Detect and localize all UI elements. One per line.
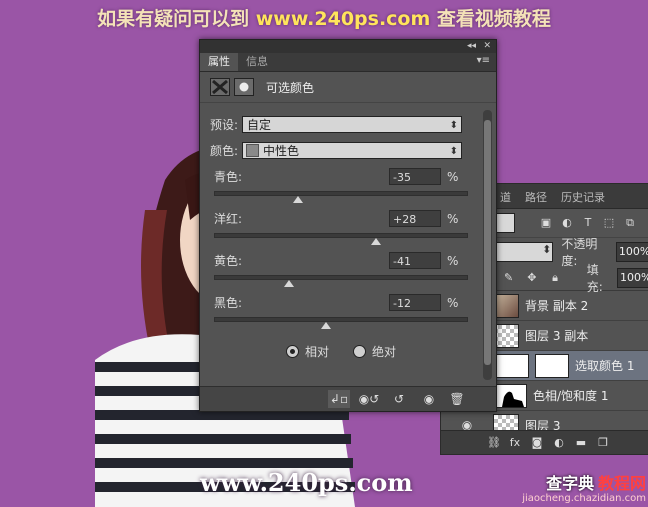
clip-to-layer-icon[interactable]: ↲▫ [328,390,350,408]
slider-value-input[interactable]: -35 [389,168,441,185]
delete-trash-icon[interactable]: 🗑︎ [446,390,468,408]
slider-track[interactable] [214,191,468,203]
visibility-eye-icon[interactable]: ◉ [418,390,440,408]
slider-knob[interactable] [293,196,304,203]
tab-history[interactable]: 历史记录 [554,186,612,208]
scrollbar-thumb[interactable] [484,120,491,365]
properties-tab-bar: 属性 信息 ▾≡ [200,53,496,72]
layer-name: 色相/饱和度 1 [533,389,609,403]
layer-name: 图层 3 副本 [525,329,589,343]
adjustment-thumbnail [493,353,529,378]
reset-icon[interactable]: ↺ [388,390,410,408]
collapse-icon[interactable]: ◂◂ [467,40,476,53]
add-mask-icon[interactable]: ◙ [531,436,543,449]
filter-kind-select[interactable] [495,213,515,233]
slider-knob[interactable] [371,238,382,245]
adjustment-title: 可选颜色 [266,80,315,95]
image-filter-icon[interactable]: ▣ [540,217,552,229]
fill-input[interactable]: 100% [616,268,648,288]
fx-icon[interactable]: fx [509,436,521,449]
blend-mode-select[interactable] [495,242,554,262]
slider-label: 青色: [214,170,243,184]
color-swatch [246,144,260,157]
color-row: 颜色: 中性色 [210,142,463,160]
banner-left-text: 如果有疑问可以到 [97,8,250,30]
properties-panel: ◂◂ ✕ 属性 信息 ▾≡ 可选颜色 预设: 自定 颜色: 中性色 青色: -3… [199,39,497,412]
preset-select[interactable]: 自定 [242,116,463,134]
slider-row-black: 黑色: -12 % [214,294,458,311]
opacity-input[interactable]: 100% [615,242,648,262]
lock-pixels-icon[interactable]: ✎ [503,272,514,284]
layer-name: 选取颜色 1 [575,359,635,373]
slider-knob[interactable] [284,280,295,287]
smart-filter-icon[interactable]: ⧉ [624,217,636,229]
panel-scrollbar[interactable] [483,110,492,380]
color-select[interactable]: 中性色 [242,142,463,160]
slider-row-yellow: 黄色: -41 % [214,252,458,269]
layer-name: 背景 副本 2 [525,299,589,313]
percent-sign: % [447,295,459,310]
shape-filter-icon[interactable]: ⬚ [603,217,615,229]
percent-sign: % [447,211,459,226]
slider-label: 黄色: [214,254,243,268]
color-select-value: 中性色 [263,144,300,158]
adjustment-icon[interactable] [210,78,230,96]
slider-knob[interactable] [320,322,331,329]
relative-radio[interactable] [286,345,299,358]
slider-value-input[interactable]: -12 [389,294,441,311]
slider-row-magenta: 洋红: +28 % [214,210,458,227]
tab-properties[interactable]: 属性 [200,53,238,71]
percent-sign: % [447,169,459,184]
panel-titlebar: ◂◂ ✕ [200,40,496,53]
fill-label: 填充: [586,263,603,294]
slider-label: 洋红: [214,212,243,226]
adjustment-header: 可选颜色 [200,72,496,103]
watermark-text-b: 教程网 [597,474,646,493]
method-radio-group: 相对 绝对 [286,343,396,360]
new-adjustment-icon[interactable]: ◐ [553,436,565,449]
panel-menu-icon[interactable]: ▾≡ [477,55,490,66]
preset-row: 预设: 自定 [210,116,463,134]
slider-value-input[interactable]: -41 [389,252,441,269]
slider-label: 黑色: [214,296,243,310]
view-previous-icon[interactable]: ◉↺ [358,390,380,408]
lock-all-icon[interactable]: 🔒︎ [549,272,560,284]
tab-info[interactable]: 信息 [238,53,276,71]
preset-label: 预设: [210,118,239,132]
link-layers-icon[interactable]: ⛓ [487,436,501,449]
chazidian-watermark: 查字典 教程网 jiaocheng.chazidian.com [486,470,646,506]
bottom-watermark: www.240ps.com [200,468,413,497]
slider-value-input[interactable]: +28 [389,210,441,227]
color-label: 颜色: [210,144,239,158]
properties-toolbar: ↲▫ ◉↺ ↺ ◉ 🗑︎ [200,386,496,411]
type-filter-icon[interactable]: T [582,217,594,229]
absolute-radio[interactable] [353,345,367,358]
layer-mask-thumbnail [493,383,527,408]
percent-sign: % [447,253,459,268]
banner-url: www.240ps.com [255,8,431,30]
layers-toolbar: ⛓ fx ◙ ◐ ▬ ❐ [441,430,648,454]
close-icon[interactable]: ✕ [483,40,491,53]
slider-row-cyan: 青色: -35 % [214,168,458,185]
watermark-text-c: jiaocheng.chazidian.com [522,493,646,504]
lock-position-icon[interactable]: ✥ [526,272,537,284]
slider-track[interactable] [214,275,468,287]
mask-icon[interactable] [234,78,254,96]
slider-track[interactable] [214,233,468,245]
new-layer-icon[interactable]: ❐ [597,436,609,449]
new-group-icon[interactable]: ▬ [575,436,587,449]
absolute-label: 绝对 [372,345,397,359]
layer-mask-thumbnail [535,353,569,378]
tab-paths[interactable]: 路径 [518,186,554,208]
slider-track[interactable] [214,317,468,329]
watermark-text-a: 查字典 [546,474,595,493]
banner-right-text: 查看视频教程 [436,8,551,30]
adjustment-filter-icon[interactable]: ◐ [561,217,573,229]
relative-label: 相对 [305,345,330,359]
top-banner: 如果有疑问可以到 www.240ps.com 查看视频教程 [0,0,648,38]
